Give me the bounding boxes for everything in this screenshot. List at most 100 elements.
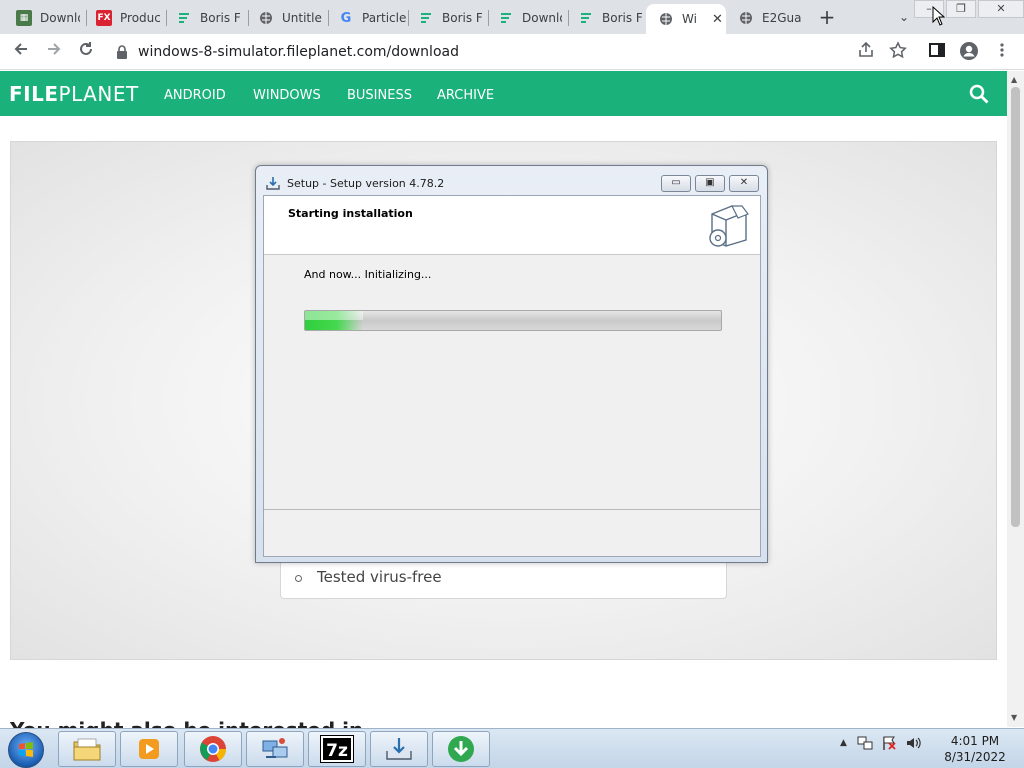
page-scrollbar[interactable]: ▲ ▼ [1007,71,1024,727]
folder-icon [73,738,101,761]
feature-virus-free: Tested virus-free [317,568,442,586]
fileplanet-logo[interactable]: FILEPLANET [9,82,139,106]
search-icon[interactable] [968,83,990,105]
scroll-down-icon[interactable]: ▼ [1011,713,1017,722]
setup-box-icon [709,205,749,247]
tab-untitled[interactable]: Untitle [246,4,326,32]
dialog-separator [264,509,760,510]
tab-label: Untitle [282,11,322,25]
globe-icon [258,10,274,26]
side-panel-icon[interactable] [926,41,948,63]
borisfx-icon [578,10,594,26]
taskbar-chrome[interactable] [184,731,242,767]
scrollbar-thumb[interactable] [1011,87,1020,527]
tab-particle[interactable]: G Particle [326,4,408,32]
logo-bold: FILE [9,82,59,106]
taskbar-download-manager[interactable] [432,731,490,767]
chevron-down-icon[interactable]: ⌄ [894,7,914,27]
dialog-close-button[interactable]: ✕ [729,175,759,192]
close-window-button[interactable]: ✕ [978,0,1024,18]
tab-windows-8-simulator[interactable]: Wi ✕ [646,4,726,34]
lock-icon [117,45,127,59]
taskbar-network-app[interactable] [246,731,304,767]
tab-label: E2Guar [762,11,802,25]
tab-label: Downlo [522,11,562,25]
taskbar-media-player[interactable] [120,731,178,767]
installer-icon [266,177,280,190]
media-player-icon [139,739,159,759]
close-icon[interactable]: ✕ [712,12,723,27]
nav-archive[interactable]: ARCHIVE [437,88,494,103]
back-arrow-icon [14,43,27,55]
bullet-icon [295,575,302,582]
install-progress-bar [304,310,722,331]
forward-arrow-icon [48,43,61,55]
green-download-icon [448,736,474,762]
tab-label: Boris F [602,11,642,25]
network-computers-icon [262,738,288,758]
dialog-minimize-button[interactable]: ▭ [661,175,691,192]
system-tray: ▲ [840,735,921,751]
network-icon[interactable] [857,736,873,750]
tab-label: Wi [682,12,697,26]
tab-label: Particle [362,11,407,25]
profile-avatar-icon[interactable] [958,41,980,63]
restore-button[interactable]: ❐ [946,0,976,18]
nav-windows[interactable]: WINDOWS [253,88,321,103]
dialog-header: Starting installation [264,196,760,255]
new-tab-button[interactable]: + [816,6,838,28]
window-controls: – ❐ ✕ [912,0,1024,20]
nav-android[interactable]: ANDROID [164,88,226,103]
taskbar: 7z ▲ 4:01 PM 8/31/2022 [0,728,1024,768]
dialog-title: Setup - Setup version 4.78.2 [287,176,445,190]
tab-label: Produc [120,11,160,25]
share-icon[interactable] [855,41,877,63]
setup-dialog: Setup - Setup version 4.78.2 ▭ ▣ ✕ Start… [255,165,768,563]
google-icon: G [340,10,352,26]
reload-button[interactable] [74,40,98,64]
more-menu-icon[interactable] [991,41,1013,63]
scroll-up-icon[interactable]: ▲ [1011,75,1017,84]
tab-boris-fx[interactable]: Boris F [164,4,244,32]
tab-download-2[interactable]: Downlo [486,4,566,32]
start-button[interactable] [8,732,44,768]
sevenzip-icon: 7z [320,735,354,763]
globe-icon [658,11,674,27]
tab-products[interactable]: FX Produc [84,4,164,32]
tab-boris-fx-2[interactable]: Boris F [406,4,486,32]
install-status-text: And now... Initializing... [304,268,432,281]
volume-icon[interactable] [905,735,921,751]
taskbar-7zip[interactable]: 7z [308,731,366,767]
taskbar-file-explorer[interactable] [58,731,116,767]
taskbar-installer[interactable] [370,731,428,767]
clock-date: 8/31/2022 [944,750,1006,764]
address-bar[interactable]: windows-8-simulator.fileplanet.com/downl… [108,38,848,66]
tab-boris-fx-3[interactable]: Boris F [566,4,646,32]
tab-label: Boris F [200,11,240,25]
url-text: windows-8-simulator.fileplanet.com/downl… [138,44,459,60]
system-clock[interactable]: 4:01 PM 8/31/2022 [940,733,1010,765]
action-center-flag-icon[interactable] [881,735,897,751]
dialog-maximize-button[interactable]: ▣ [695,175,725,192]
nav-business[interactable]: BUSINESS [347,88,412,103]
chrome-icon [200,736,227,762]
bookmark-star-icon[interactable] [887,41,909,63]
installer-download-icon [386,738,412,760]
clock-time: 4:01 PM [950,734,1000,748]
globe-icon [738,10,754,26]
tab-e2guardian[interactable]: E2Guar [726,4,806,32]
screen: ▦ Downlo FX Produc Boris F Untitle G Par… [0,0,1024,768]
borisfx-icon [176,10,192,26]
tab-label: Downlo [40,11,80,25]
browser-tab-strip: ▦ Downlo FX Produc Boris F Untitle G Par… [0,0,1024,34]
dialog-body: Starting installation And now... Initial… [263,195,761,557]
browser-toolbar: windows-8-simulator.fileplanet.com/downl… [0,34,1024,70]
back-button[interactable] [9,40,33,64]
show-hidden-icons-icon[interactable]: ▲ [840,738,847,748]
logo-thin: PLANET [58,82,139,106]
mouse-cursor-icon [932,6,946,26]
tab-label: Boris F [442,11,482,25]
page-icon: ▦ [16,10,32,26]
forward-button[interactable] [42,40,66,64]
tab-download[interactable]: ▦ Downlo [4,4,84,32]
